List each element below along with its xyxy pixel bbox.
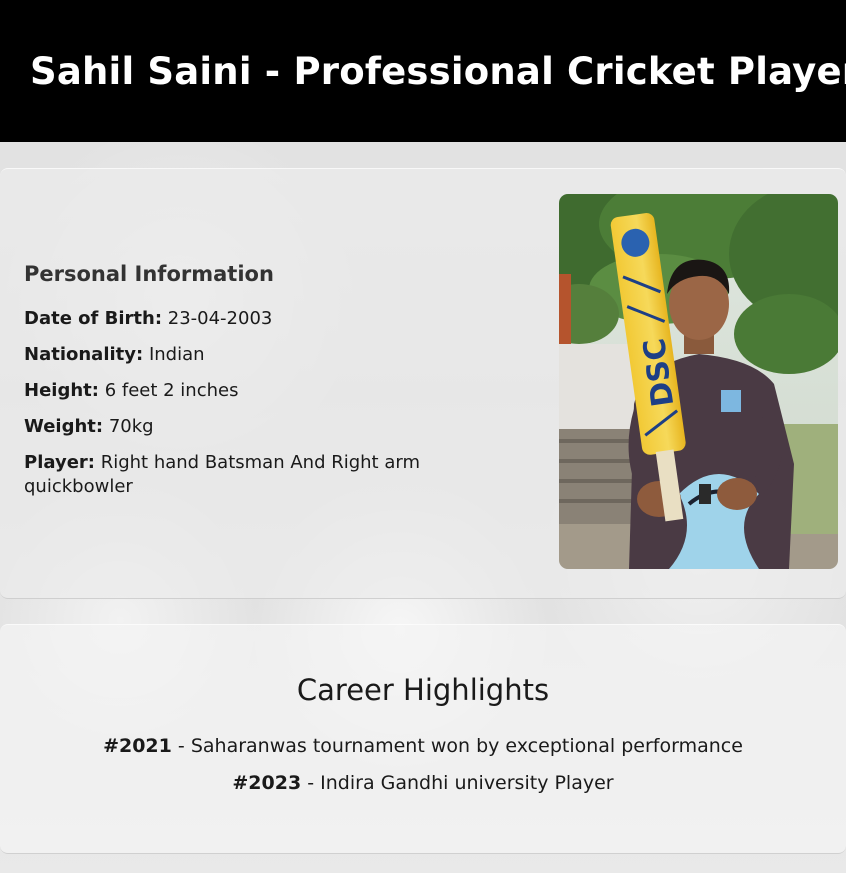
personal-info: Personal Information Date of Birth: 23-0… [24,259,524,511]
player-row: Player: Right hand Batsman And Right arm… [24,451,524,499]
career-highlights-heading: Career Highlights [296,673,550,707]
nationality-row: Nationality: Indian [24,343,524,367]
field-value: Indian [148,344,205,365]
field-label: Weight: [24,416,104,437]
field-value: 23-04-2003 [167,308,273,329]
highlight-text: - Saharanwas tournament won by exception… [177,735,743,757]
height-row: Height: 6 feet 2 inches [24,379,524,403]
personal-info-heading: Personal Information [24,262,274,286]
dob-row: Date of Birth: 23-04-2003 [24,307,524,331]
field-label: Nationality: [24,344,144,365]
field-label: Player: [24,452,95,473]
weight-row: Weight: 70kg [24,415,524,439]
field-value: 70kg [108,416,154,437]
field-value: 6 feet 2 inches [104,380,239,401]
page-title: Sahil Saini - Professional Cricket Playe… [30,50,846,93]
list-item: #2021 - Saharanwas tournament won by exc… [0,733,846,759]
highlight-text: - Indira Gandhi university Player [307,772,614,794]
career-highlights-card: Career Highlights #2021 - Saharanwas tou… [0,624,846,854]
player-photo: DSC [559,194,838,569]
list-item: #2023 - Indira Gandhi university Player [0,770,846,796]
page-header: Sahil Saini - Professional Cricket Playe… [0,0,846,142]
field-label: Date of Birth: [24,308,163,329]
profile-card: Personal Information Date of Birth: 23-0… [0,168,846,599]
highlight-year: #2023 [232,772,302,794]
field-label: Height: [24,380,99,401]
highlight-year: #2021 [103,735,172,757]
career-highlights-list: #2021 - Saharanwas tournament won by exc… [0,733,846,807]
